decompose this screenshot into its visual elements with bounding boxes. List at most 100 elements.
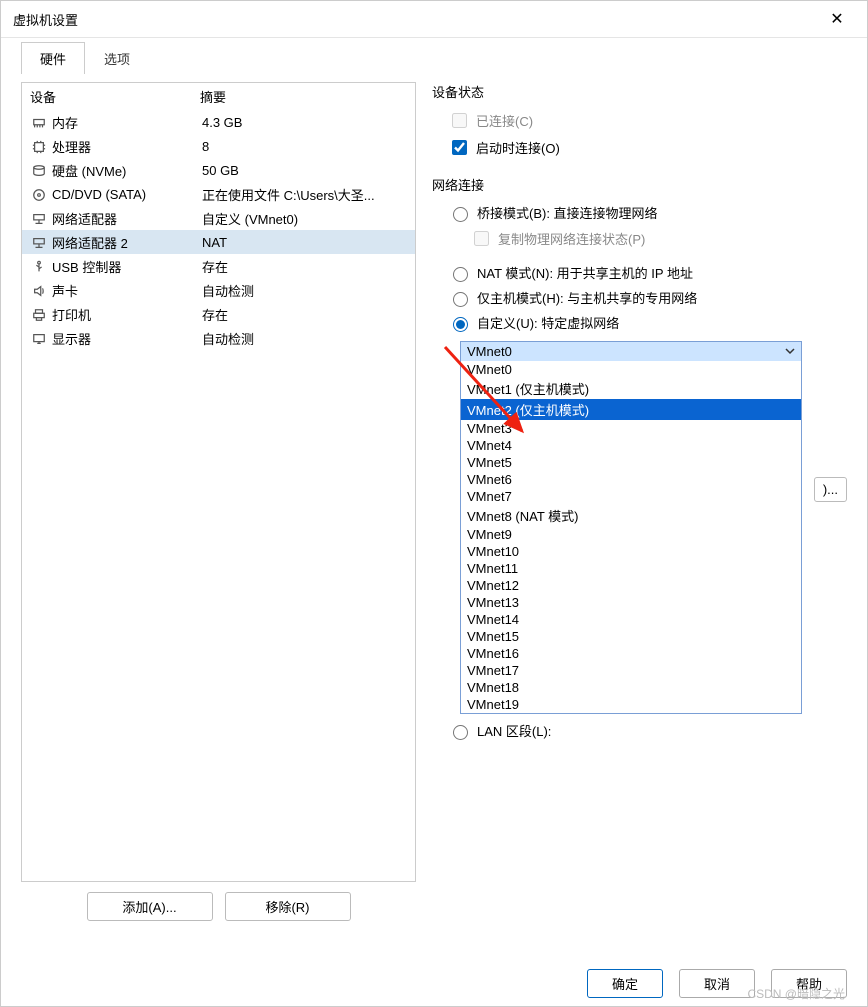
custom-radio-row[interactable]: 自定义(U): 特定虚拟网络 [432, 310, 847, 335]
tab-bar: 硬件 选项 [1, 38, 867, 74]
lan-radio[interactable] [453, 725, 468, 740]
display-icon [30, 330, 48, 346]
device-name: 网络适配器 2 [52, 233, 202, 252]
device-row-printer[interactable]: 打印机存在 [22, 302, 415, 326]
bridged-radio-row[interactable]: 桥接模式(B): 直接连接物理网络 [432, 200, 847, 225]
poweron-checkbox[interactable] [452, 140, 467, 155]
add-device-button[interactable]: 添加(A)... [87, 892, 213, 921]
vmnet-option[interactable]: VMnet3 [461, 420, 801, 437]
lan-label: LAN 区段(L): [477, 721, 551, 740]
device-row-net[interactable]: 网络适配器自定义 (VMnet0) [22, 206, 415, 230]
connected-label: 已连接(C) [476, 111, 533, 130]
device-name: 声卡 [52, 281, 202, 300]
device-row-memory[interactable]: 内存4.3 GB [22, 110, 415, 134]
hostonly-radio[interactable] [453, 292, 468, 307]
device-status-group: 设备状态 已连接(C) 启动时连接(O) [432, 82, 847, 161]
vm-settings-window: 虚拟机设置 ✕ 硬件 选项 设备 摘要 内存4.3 GB处理器8硬盘 (NVMe… [0, 0, 868, 1007]
connected-checkbox-row[interactable]: 已连接(C) [432, 107, 847, 134]
device-buttons: 添加(A)... 移除(R) [21, 892, 416, 921]
device-row-display[interactable]: 显示器自动检测 [22, 326, 415, 350]
poweron-label: 启动时连接(O) [476, 138, 560, 157]
bridged-radio[interactable] [453, 207, 468, 222]
vmnet-option[interactable]: VMnet8 (NAT 模式) [461, 505, 801, 526]
device-name: 处理器 [52, 137, 202, 156]
vmnet-dropdown[interactable]: VMnet0 VMnet0VMnet1 (仅主机模式)VMnet2 (仅主机模式… [460, 341, 802, 714]
hostonly-label: 仅主机模式(H): 与主机共享的专用网络 [477, 288, 697, 307]
titlebar: 虚拟机设置 ✕ [1, 1, 867, 38]
network-title: 网络连接 [432, 175, 847, 194]
ok-button[interactable]: 确定 [587, 969, 663, 998]
device-row-cd[interactable]: CD/DVD (SATA)正在使用文件 C:\Users\大圣... [22, 182, 415, 206]
custom-radio[interactable] [453, 317, 468, 332]
cancel-button[interactable]: 取消 [679, 969, 755, 998]
vmnet-option[interactable]: VMnet5 [461, 454, 801, 471]
vmnet-option[interactable]: VMnet13 [461, 594, 801, 611]
header-summary: 摘要 [200, 87, 226, 106]
help-button[interactable]: 帮助 [771, 969, 847, 998]
replicate-label: 复制物理网络连接状态(P) [498, 229, 645, 248]
vmnet-option[interactable]: VMnet1 (仅主机模式) [461, 378, 801, 399]
device-name: 显示器 [52, 329, 202, 348]
device-row-sound[interactable]: 声卡自动检测 [22, 278, 415, 302]
vmnet-option[interactable]: VMnet16 [461, 645, 801, 662]
chevron-down-icon [785, 344, 795, 359]
nat-label: NAT 模式(N): 用于共享主机的 IP 地址 [477, 263, 693, 282]
net-icon [30, 234, 48, 250]
remove-device-button[interactable]: 移除(R) [225, 892, 351, 921]
cd-icon [30, 186, 48, 202]
vmnet-option[interactable]: VMnet12 [461, 577, 801, 594]
poweron-checkbox-row[interactable]: 启动时连接(O) [432, 134, 847, 161]
vmnet-option[interactable]: VMnet0 [461, 361, 801, 378]
device-row-net-2[interactable]: 网络适配器 2NAT [22, 230, 415, 254]
vmnet-option[interactable]: VMnet11 [461, 560, 801, 577]
device-row-usb[interactable]: USB 控制器存在 [22, 254, 415, 278]
advanced-button[interactable]: )... [814, 477, 847, 502]
disk-icon [30, 162, 48, 178]
device-name: 内存 [52, 113, 202, 132]
vmnet-option[interactable]: VMnet17 [461, 662, 801, 679]
replicate-checkbox [474, 231, 489, 246]
vmnet-selected[interactable]: VMnet0 [461, 342, 801, 361]
device-row-cpu[interactable]: 处理器8 [22, 134, 415, 158]
header-device: 设备 [30, 87, 200, 106]
device-list[interactable]: 设备 摘要 内存4.3 GB处理器8硬盘 (NVMe)50 GBCD/DVD (… [21, 82, 416, 882]
close-button[interactable]: ✕ [819, 9, 855, 29]
device-status-title: 设备状态 [432, 82, 847, 101]
network-connection-group: 网络连接 桥接模式(B): 直接连接物理网络 复制物理网络连接状态(P) NAT… [432, 175, 847, 743]
right-panel: 设备状态 已连接(C) 启动时连接(O) 网络连接 桥接模式(B): 直接连接物… [432, 82, 847, 921]
vmnet-option[interactable]: VMnet10 [461, 543, 801, 560]
device-summary: 自定义 (VMnet0) [202, 209, 411, 228]
window-title: 虚拟机设置 [13, 10, 819, 29]
vmnet-option[interactable]: VMnet7 [461, 488, 801, 505]
device-row-disk[interactable]: 硬盘 (NVMe)50 GB [22, 158, 415, 182]
vmnet-option[interactable]: VMnet6 [461, 471, 801, 488]
vmnet-option[interactable]: VMnet14 [461, 611, 801, 628]
memory-icon [30, 114, 48, 130]
device-summary: NAT [202, 235, 411, 250]
vmnet-option[interactable]: VMnet2 (仅主机模式) [461, 399, 801, 420]
vmnet-option[interactable]: VMnet9 [461, 526, 801, 543]
device-name: 硬盘 (NVMe) [52, 161, 202, 180]
lan-radio-row[interactable]: LAN 区段(L): [432, 718, 847, 743]
vmnet-option-list[interactable]: VMnet0VMnet1 (仅主机模式)VMnet2 (仅主机模式)VMnet3… [461, 361, 801, 713]
net-icon [30, 210, 48, 226]
vmnet-option[interactable]: VMnet18 [461, 679, 801, 696]
vmnet-option[interactable]: VMnet15 [461, 628, 801, 645]
nat-radio-row[interactable]: NAT 模式(N): 用于共享主机的 IP 地址 [432, 260, 847, 285]
device-summary: 存在 [202, 305, 411, 324]
hostonly-radio-row[interactable]: 仅主机模式(H): 与主机共享的专用网络 [432, 285, 847, 310]
device-summary: 自动检测 [202, 281, 411, 300]
bridged-label: 桥接模式(B): 直接连接物理网络 [477, 203, 658, 222]
content-area: 设备 摘要 内存4.3 GB处理器8硬盘 (NVMe)50 GBCD/DVD (… [1, 74, 867, 921]
device-name: USB 控制器 [52, 257, 202, 276]
vmnet-option[interactable]: VMnet19 [461, 696, 801, 713]
device-summary: 8 [202, 139, 411, 154]
nat-radio[interactable] [453, 267, 468, 282]
tab-hardware[interactable]: 硬件 [21, 42, 85, 74]
device-list-header: 设备 摘要 [22, 83, 415, 110]
vmnet-option[interactable]: VMnet4 [461, 437, 801, 454]
device-name: 网络适配器 [52, 209, 202, 228]
device-summary: 50 GB [202, 163, 411, 178]
connected-checkbox [452, 113, 467, 128]
tab-options[interactable]: 选项 [85, 42, 149, 74]
